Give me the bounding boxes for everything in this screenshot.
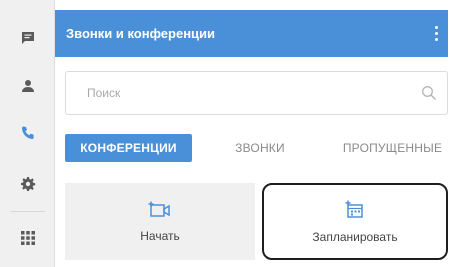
rail-contacts-button[interactable] xyxy=(0,66,55,106)
search-box xyxy=(65,71,448,115)
grid-icon xyxy=(20,231,35,245)
rail-calls-button[interactable] xyxy=(0,113,55,153)
search-icon[interactable] xyxy=(421,85,437,101)
more-vertical-icon[interactable] xyxy=(430,22,442,44)
tab-conferences[interactable]: КОНФЕРЕНЦИИ xyxy=(65,134,192,162)
video-add-icon xyxy=(148,201,170,217)
calendar-add-icon xyxy=(345,200,363,218)
tab-bar: КОНФЕРЕНЦИИ ЗВОНКИ ПРОПУЩЕННЫЕ xyxy=(65,134,448,164)
schedule-conference-button[interactable]: Запланировать xyxy=(262,183,448,260)
start-conference-button[interactable]: Начать xyxy=(65,183,255,260)
rail-chat-button[interactable] xyxy=(0,18,55,58)
start-label: Начать xyxy=(140,228,180,243)
panel-title: Звонки и конференции xyxy=(66,26,216,41)
rail-divider xyxy=(10,211,45,212)
chat-icon xyxy=(21,32,34,44)
nav-rail xyxy=(0,0,55,267)
search-input[interactable] xyxy=(66,73,396,113)
rail-settings-button[interactable] xyxy=(0,164,55,204)
panel-header: Звонки и конференции xyxy=(55,10,448,57)
rail-apps-button[interactable] xyxy=(0,218,55,258)
phone-icon xyxy=(21,126,34,139)
contact-icon xyxy=(21,80,34,92)
tab-missed[interactable]: ПРОПУЩЕННЫЕ xyxy=(337,134,448,162)
gear-icon xyxy=(20,177,35,191)
schedule-label: Запланировать xyxy=(312,229,398,244)
tab-calls[interactable]: ЗВОНКИ xyxy=(225,134,295,162)
